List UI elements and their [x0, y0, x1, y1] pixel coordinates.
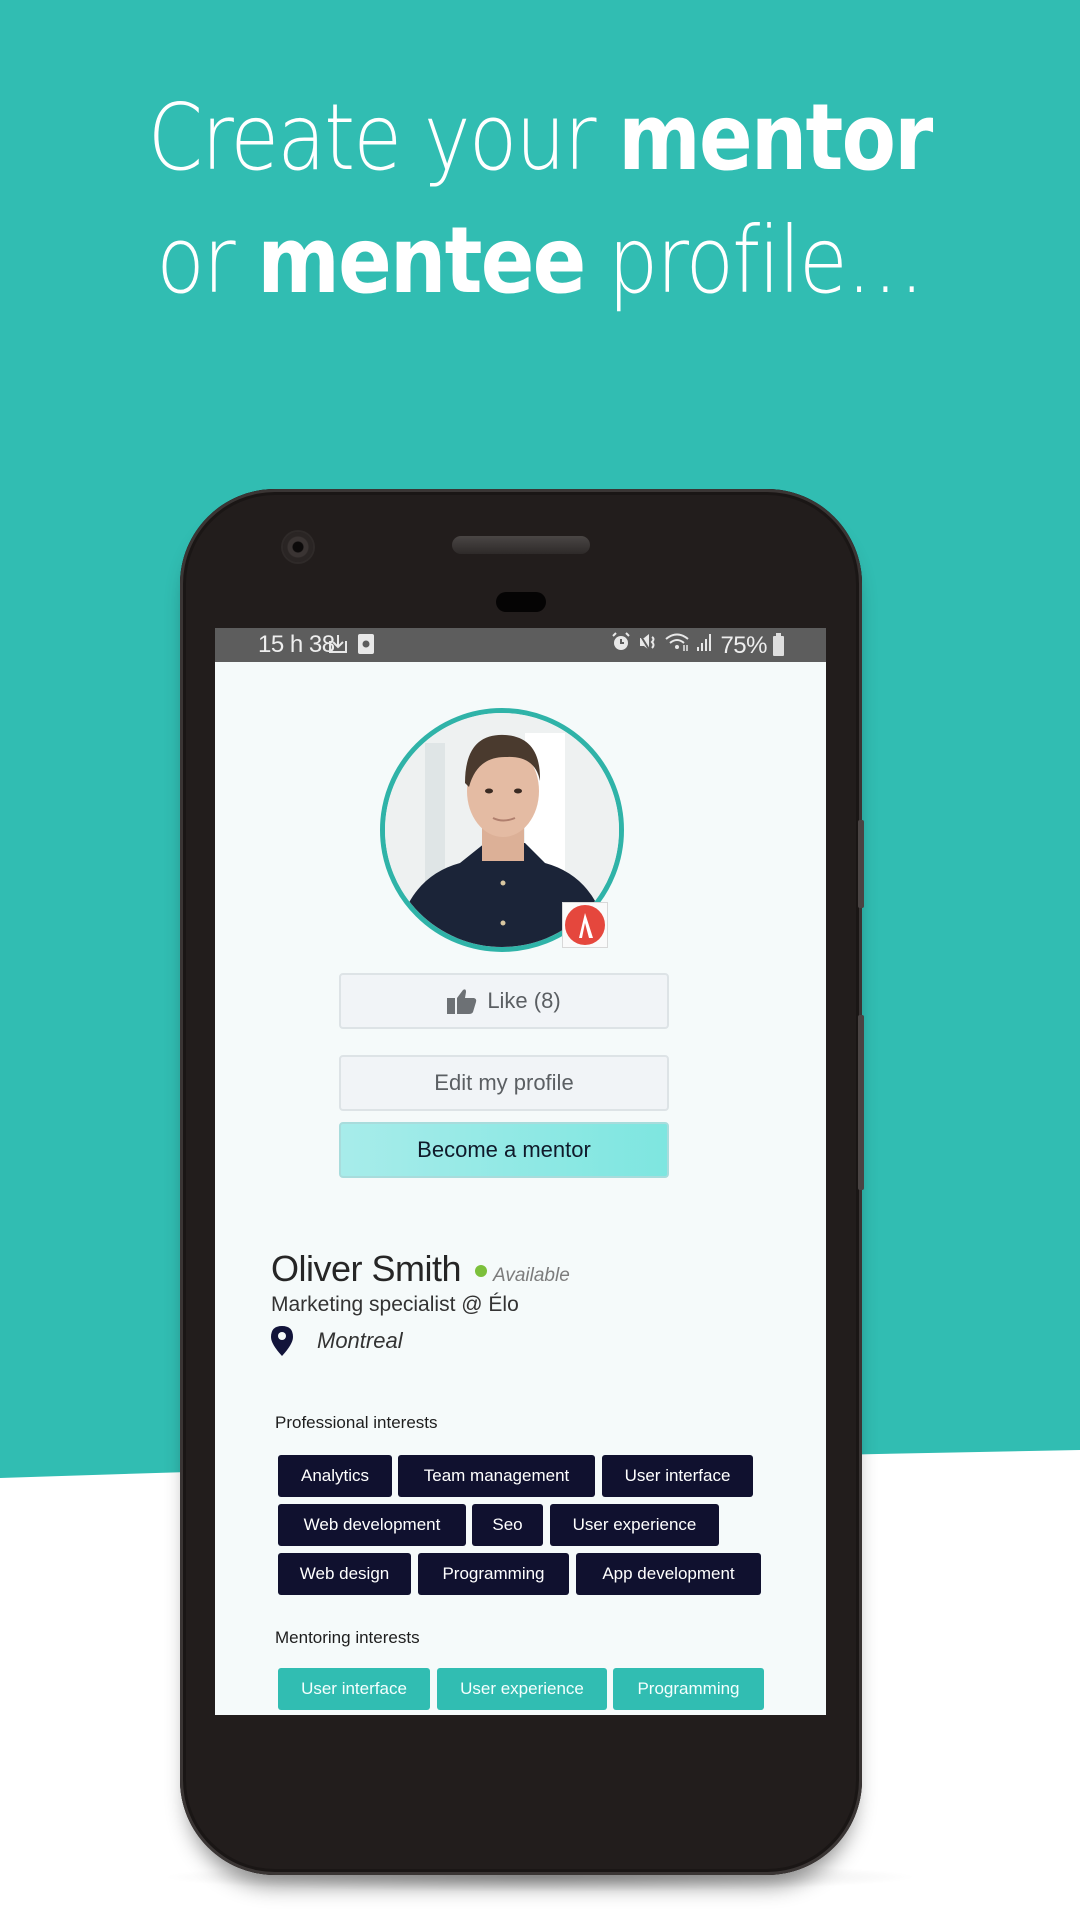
profile-location: Montreal [317, 1328, 403, 1353]
battery-percent: 75% [720, 631, 767, 659]
professional-interests-title: Professional interests [275, 1413, 438, 1432]
like-label: Like (8) [487, 988, 561, 1013]
become-mentor-label: Become a mentor [417, 1137, 591, 1162]
edit-profile-label: Edit my profile [434, 1070, 574, 1095]
professional-tag[interactable]: Analytics [278, 1455, 392, 1497]
profile-job: Marketing specialist @ Élo [271, 1293, 519, 1316]
status-dot-icon [475, 1265, 488, 1277]
location-pin-icon [271, 1326, 293, 1356]
become-mentor-button[interactable]: Become a mentor [339, 1122, 669, 1178]
profile-name-row: Oliver Smith Available [271, 1248, 570, 1290]
mentoring-tag[interactable]: User experience [437, 1668, 607, 1710]
professional-tag[interactable]: Web design [278, 1553, 411, 1595]
mentoring-tag[interactable]: Programming [613, 1668, 764, 1710]
professional-tag[interactable]: App development [576, 1553, 761, 1595]
alarm-icon [610, 631, 632, 660]
battery-icon [773, 632, 784, 656]
professional-tag[interactable]: Web development [278, 1504, 466, 1546]
mute-icon [638, 631, 658, 660]
edit-profile-button[interactable]: Edit my profile [339, 1055, 669, 1111]
professional-tag[interactable]: User interface [602, 1455, 753, 1497]
company-badge [562, 902, 608, 948]
front-camera-icon [283, 532, 313, 562]
volume-button [858, 1015, 864, 1190]
availability-status: Available [493, 1265, 570, 1286]
clock-card-icon [358, 633, 374, 655]
professional-tag[interactable]: Seo [472, 1504, 543, 1546]
status-bar: 15 h 38 75% [215, 628, 826, 662]
thumbs-up-icon [447, 989, 477, 1014]
mentoring-tag[interactable]: User interface [278, 1668, 430, 1710]
wifi-icon [664, 631, 690, 660]
download-icon [327, 633, 349, 655]
earpiece-speaker [452, 536, 590, 554]
phone-screen: 15 h 38 75% Like (8) Edit my profile Bec… [215, 628, 826, 1715]
signal-icon [696, 631, 714, 660]
power-button [858, 820, 864, 908]
professional-tag[interactable]: Team management [398, 1455, 595, 1497]
mentoring-interests-title: Mentoring interests [275, 1628, 420, 1647]
professional-tag[interactable]: User experience [550, 1504, 719, 1546]
profile-name: Oliver Smith [271, 1248, 462, 1289]
proximity-sensor [496, 592, 546, 612]
status-time: 15 h 38 [258, 631, 335, 658]
profile-location-row: Montreal [271, 1326, 403, 1356]
like-button[interactable]: Like (8) [339, 973, 669, 1029]
status-right-group: 75% [610, 631, 784, 660]
headline-line-2: or mentee profile… [156, 207, 926, 314]
professional-tag[interactable]: Programming [418, 1553, 569, 1595]
company-logo-icon [565, 905, 605, 945]
headline-line-1: Create your mentor [148, 84, 933, 191]
